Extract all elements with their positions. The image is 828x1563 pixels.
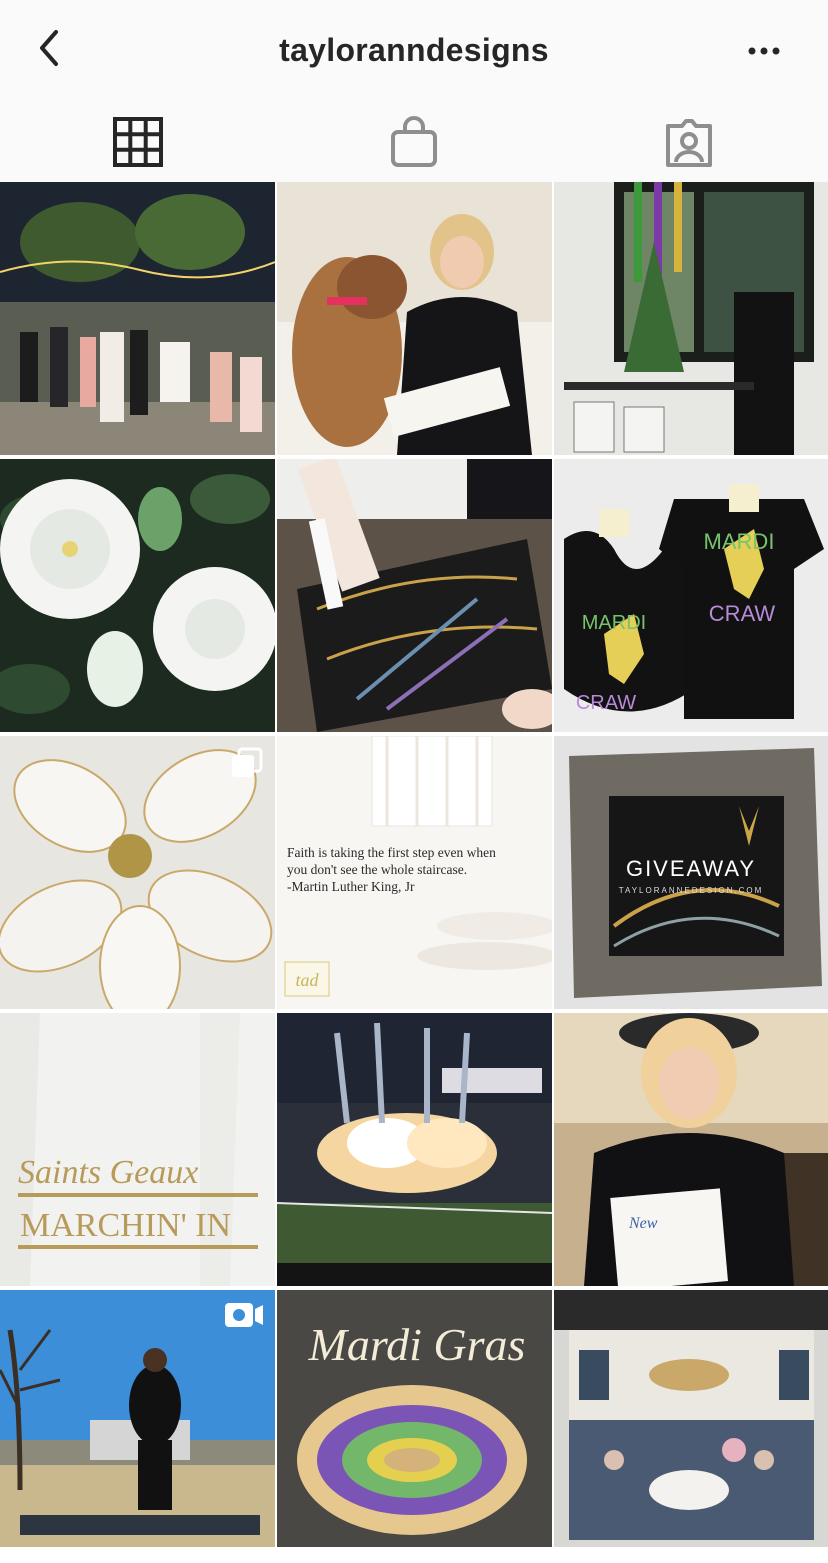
post-staircase-quote[interactable]: tad Faith is taking the first step even … [277, 736, 552, 1009]
tagged-person-icon [666, 119, 712, 167]
post-king-cake-slate[interactable]: Mardi Gras [277, 1290, 552, 1563]
more-options-button[interactable] [744, 36, 784, 66]
post-painting-with-marker[interactable] [277, 459, 552, 732]
post-saints-tea-towel[interactable]: Saints Geaux MARCHIN' IN [0, 1013, 275, 1286]
post-woman-with-dog[interactable] [277, 182, 552, 455]
quote-text: Faith is taking the first step even when… [287, 844, 549, 895]
post-live-event-painting[interactable] [554, 1290, 828, 1563]
carousel-icon [232, 747, 263, 777]
quote-line: Faith is taking the first step even when [287, 845, 496, 860]
towel-block-text: MARCHIN' IN [20, 1207, 231, 1244]
top-bar: tayloranndesigns [0, 0, 828, 100]
post-gardenia-painting[interactable] [0, 459, 275, 732]
quote-line: you don't see the whole staircase. [287, 862, 468, 877]
tab-grid[interactable] [110, 114, 166, 170]
profile-tabs [0, 100, 828, 182]
post-stadium-fireworks[interactable] [277, 1013, 552, 1286]
giveaway-url: TAYLORANNEDESIGN.COM [619, 886, 764, 895]
post-shop-window[interactable] [554, 182, 828, 455]
onesie-text-top: MARDI [704, 529, 775, 554]
tab-tagged[interactable] [661, 114, 717, 170]
bib-text-top: MARDI [582, 612, 646, 634]
post-magnolia-painting[interactable] [0, 736, 275, 1009]
post-wedding-painting[interactable] [0, 182, 275, 455]
post-giveaway-slate[interactable]: GIVEAWAY TAYLORANNEDESIGN.COM [554, 736, 828, 1009]
onesie-text-bottom: CRAW [709, 601, 776, 626]
giveaway-text: GIVEAWAY [626, 856, 756, 881]
shopping-bag-icon [391, 116, 437, 167]
quote-attribution: -Martin Luther King, Jr [287, 879, 415, 894]
video-icon [225, 1303, 263, 1327]
grid-icon [113, 117, 163, 167]
post-grid: MARDI CRAW MARDI CRAW tad Faith is takin… [0, 182, 828, 1547]
mardi-gras-script: Mardi Gras [308, 1319, 526, 1370]
svg-text:New: New [628, 1215, 658, 1232]
post-dancer-video[interactable] [0, 1290, 275, 1563]
tad-logo: tad [295, 970, 319, 990]
bib-text-bottom: CRAW [576, 692, 636, 714]
post-mardi-craw-baby-set[interactable]: MARDI CRAW MARDI CRAW [554, 459, 828, 732]
profile-username-title: tayloranndesigns [279, 32, 549, 68]
post-woman-with-hat-painting[interactable]: New [554, 1013, 828, 1286]
tab-shop[interactable] [386, 114, 442, 170]
towel-script-text: Saints Geaux [18, 1154, 198, 1191]
ellipsis-icon [748, 47, 780, 55]
